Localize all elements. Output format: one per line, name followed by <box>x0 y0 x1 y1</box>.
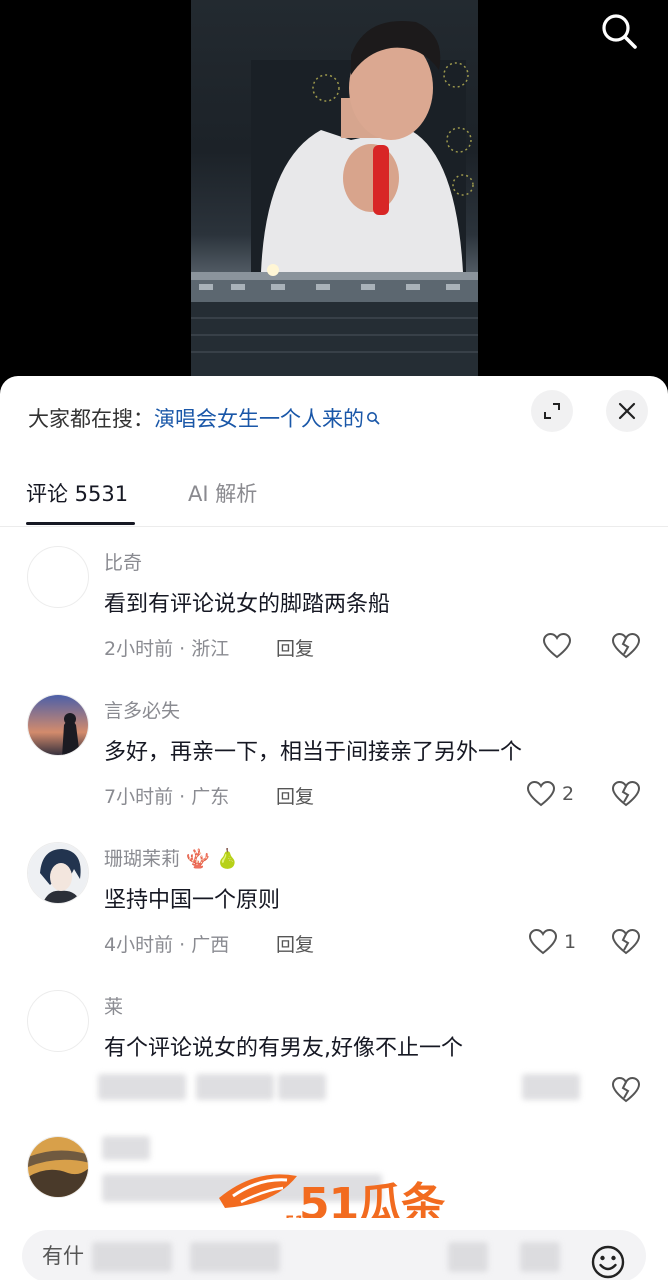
comment-author[interactable]: 莱 <box>104 992 123 1019</box>
expand-button[interactable] <box>531 390 573 432</box>
search-icon <box>602 14 637 49</box>
avatar[interactable] <box>27 1136 89 1198</box>
landscape-photo-avatar <box>28 1137 88 1197</box>
comment-item: 莱 有个评论说女的有男友,好像不止一个 <box>0 990 668 1130</box>
anime-portrait-avatar <box>28 843 88 903</box>
comment-meta: 4小时前 · 广西 <box>104 934 230 956</box>
broken-heart-icon <box>611 1076 641 1103</box>
comment-author[interactable]: 言多必失 <box>104 696 180 723</box>
sunset-photo-avatar <box>28 695 88 755</box>
comment-tabs: 评论 5531 AI 解析 <box>0 464 668 527</box>
tab-ai-analysis[interactable]: AI 解析 <box>188 478 257 508</box>
comment-sheet: 大家都在搜： 演唱会女生一个人来的 评论 5531 AI 解析 比奇 看到有评论… <box>0 376 668 1280</box>
close-button[interactable] <box>606 390 648 432</box>
emoji-icon <box>591 1245 625 1279</box>
comment-item: 比奇 看到有评论说女的脚踏两条船 2小时前 · 浙江 回复 <box>0 546 668 686</box>
search-suggestion-prefix: 大家都在搜： <box>28 407 154 431</box>
video-area[interactable] <box>0 0 668 378</box>
comment-input-bar: 有什 <box>0 1218 668 1280</box>
blurred-input-content <box>520 1242 560 1272</box>
expand-icon <box>544 403 560 419</box>
like-button[interactable]: 1 <box>528 922 576 962</box>
dislike-button[interactable] <box>609 1070 643 1110</box>
blurred-meta <box>196 1074 274 1100</box>
blurred-input-content <box>92 1242 172 1272</box>
heart-icon <box>526 780 556 807</box>
avatar[interactable] <box>27 546 89 608</box>
like-count: 2 <box>562 783 575 805</box>
avatar[interactable] <box>27 990 89 1052</box>
broken-heart-icon <box>611 928 641 955</box>
reply-button[interactable]: 回复 <box>276 930 314 957</box>
blurred-name <box>102 1136 150 1160</box>
avatar[interactable] <box>27 694 89 756</box>
like-button[interactable] <box>542 626 572 666</box>
comment-text[interactable]: 多好，再亲一下，相当于间接亲了另外一个 <box>104 734 522 766</box>
comment-input-placeholder: 有什 <box>42 1244 84 1268</box>
blurred-input-content <box>448 1242 488 1272</box>
like-button[interactable]: 2 <box>526 774 574 814</box>
comment-item: 言多必失 多好，再亲一下，相当于间接亲了另外一个 7小时前 · 广东 回复 2 <box>0 694 668 834</box>
search-small-icon <box>367 412 380 425</box>
avatar[interactable] <box>27 842 89 904</box>
comment-text[interactable]: 坚持中国一个原则 <box>104 882 280 914</box>
comment-meta: 2小时前 · 浙江 <box>104 638 230 660</box>
comment-meta: 7小时前 · 广东 <box>104 786 230 808</box>
comment-author[interactable]: 比奇 <box>104 548 142 575</box>
dislike-button[interactable] <box>609 626 643 666</box>
dislike-button[interactable] <box>609 922 643 962</box>
tab-comments[interactable]: 评论 5531 <box>26 478 128 508</box>
blurred-input-content <box>190 1242 280 1272</box>
active-tab-indicator <box>26 522 135 525</box>
comment-text[interactable]: 有个评论说女的有男友,好像不止一个 <box>104 1030 463 1062</box>
melon-logo-icon <box>219 1174 297 1208</box>
dislike-button[interactable] <box>609 774 643 814</box>
comment-text[interactable]: 看到有评论说女的脚踏两条船 <box>104 586 390 618</box>
comment-author[interactable]: 珊瑚茉莉 🪸 🍐 <box>104 844 239 871</box>
heart-icon <box>542 632 572 659</box>
blurred-meta <box>98 1074 186 1100</box>
close-icon <box>618 402 636 420</box>
like-count: 1 <box>564 931 577 953</box>
comment-item: 珊瑚茉莉 🪸 🍐 坚持中国一个原则 4小时前 · 广西 回复 1 <box>0 842 668 982</box>
broken-heart-icon <box>611 780 641 807</box>
heart-icon <box>528 928 558 955</box>
emoji-button[interactable] <box>588 1242 628 1280</box>
reply-button[interactable]: 回复 <box>276 782 314 809</box>
blurred-reply <box>278 1074 326 1100</box>
video-player[interactable] <box>191 0 478 378</box>
concert-video-frame <box>191 20 478 378</box>
search-button[interactable] <box>596 8 642 54</box>
search-suggestion[interactable]: 大家都在搜： 演唱会女生一个人来的 <box>28 400 380 436</box>
search-suggestion-query[interactable]: 演唱会女生一个人来的 <box>154 403 364 433</box>
blurred-like <box>522 1074 580 1100</box>
reply-button[interactable]: 回复 <box>276 634 314 661</box>
broken-heart-icon <box>611 632 641 659</box>
